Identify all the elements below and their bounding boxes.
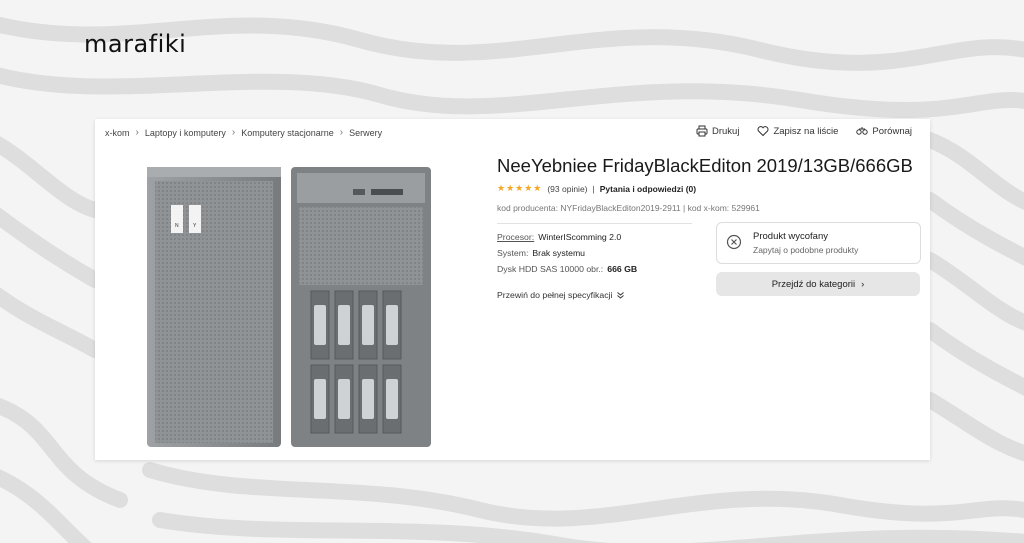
spec-label-processor[interactable]: Procesor: <box>497 232 534 248</box>
brand-logo[interactable]: marafiki <box>84 30 186 58</box>
full-spec-link[interactable]: Przewiń do pełnej specyfikacji <box>497 290 625 300</box>
breadcrumb-item-servers[interactable]: Serwery <box>349 128 382 138</box>
rating-row: ★★★★★ (93 opinie) | Pytania i odpowiedzi… <box>497 183 696 194</box>
divider <box>497 223 692 224</box>
qa-link[interactable]: Pytania i odpowiedzi (0) <box>600 184 696 194</box>
save-label: Zapisz na liście <box>773 125 839 137</box>
withdrawn-title: Produkt wycofany <box>753 231 828 242</box>
spec-list: Procesor: WinterIScomming 2.0 System: Br… <box>497 232 637 280</box>
spec-row-system: System: Brak systemu <box>497 248 637 264</box>
compare-button[interactable]: Porównaj <box>856 125 912 137</box>
print-label: Drukuj <box>711 125 740 137</box>
product-toolbar: Drukuj Zapisz na liście Porównaj <box>696 125 912 137</box>
product-card: x-kom › Laptopy i komputery › Komputery … <box>95 119 930 460</box>
heart-icon <box>757 126 769 137</box>
go-to-category-button[interactable]: Przejdź do kategorii › <box>716 272 920 296</box>
spec-label-hdd: Dysk HDD SAS 10000 obr.: <box>497 264 604 274</box>
double-chevron-down-icon <box>617 291 625 299</box>
spec-value-hdd: 666 GB <box>607 264 638 274</box>
breadcrumb-item-laptops[interactable]: Laptopy i komputery <box>145 128 226 138</box>
reviews-link[interactable]: (93 opinie) <box>547 184 587 194</box>
breadcrumb-item-desktops[interactable]: Komputery stacjonarne <box>241 128 334 138</box>
spec-value-processor: WinterIScomming 2.0 <box>538 232 622 242</box>
go-to-category-label: Przejdź do kategorii <box>771 278 856 290</box>
spec-label-system: System: <box>497 248 529 258</box>
printer-icon <box>696 125 708 137</box>
compare-scales-icon <box>856 127 869 135</box>
product-image[interactable]: N Y <box>145 165 435 449</box>
spec-row-hdd: Dysk HDD SAS 10000 obr.: 666 GB <box>497 264 637 280</box>
chevron-right-icon: › <box>135 127 139 138</box>
chevron-right-icon: › <box>339 127 344 138</box>
spec-row-processor: Procesor: WinterIScomming 2.0 <box>497 232 637 248</box>
print-button[interactable]: Drukuj <box>696 125 739 137</box>
chevron-right-icon: › <box>861 278 865 290</box>
breadcrumb: x-kom › Laptopy i komputery › Komputery … <box>105 127 382 138</box>
product-title: NeeYebniee FridayBlackEditon 2019/13GB/6… <box>497 155 913 176</box>
product-codes: kod producenta: NYFridayBlackEditon2019-… <box>497 203 760 213</box>
full-spec-label: Przewiń do pełnej specyfikacji <box>497 290 613 300</box>
save-to-list-button[interactable]: Zapisz na liście <box>757 125 838 137</box>
separator: | <box>592 183 595 194</box>
close-circle-icon <box>726 234 742 250</box>
chevron-right-icon: › <box>231 127 236 138</box>
image-label-n: N <box>175 223 179 229</box>
compare-label: Porównaj <box>872 125 912 137</box>
ask-similar-link[interactable]: Zapytaj o podobne produkty <box>753 245 858 255</box>
breadcrumb-item-x-kom[interactable]: x-kom <box>105 128 130 138</box>
product-withdrawn-notice: Produkt wycofany Zapytaj o podobne produ… <box>716 222 921 264</box>
rating-stars: ★★★★★ <box>497 183 543 193</box>
spec-value-system: Brak systemu <box>532 248 586 258</box>
